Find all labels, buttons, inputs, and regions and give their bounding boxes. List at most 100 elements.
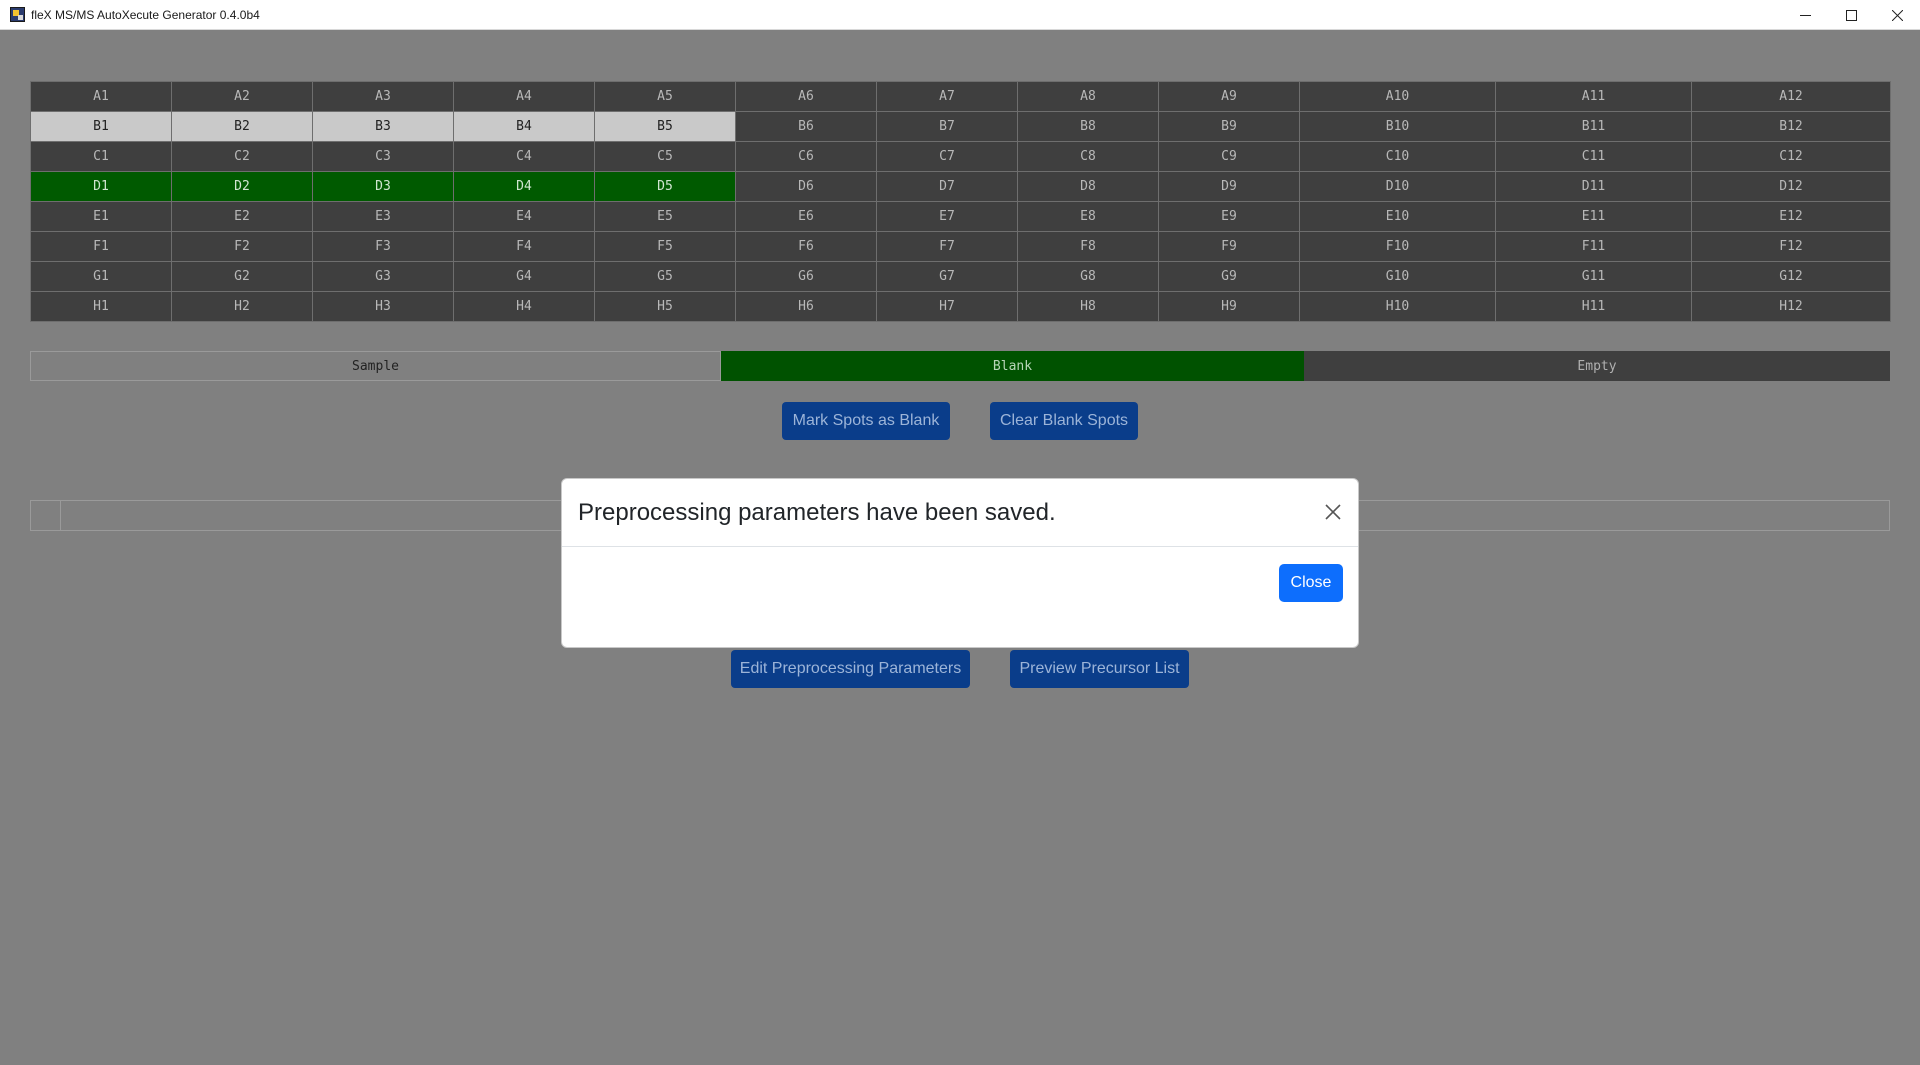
maximize-button[interactable] [1828,0,1874,30]
well-cell[interactable]: B11 [1495,111,1692,142]
well-cell[interactable]: G9 [1158,261,1300,292]
well-cell[interactable]: D1 [30,171,172,202]
well-cell[interactable]: C4 [453,141,595,172]
well-cell[interactable]: C1 [30,141,172,172]
well-cell[interactable]: F7 [876,231,1018,262]
well-cell[interactable]: F11 [1495,231,1692,262]
well-cell[interactable]: H9 [1158,291,1300,322]
well-cell[interactable]: D2 [171,171,313,202]
well-cell[interactable]: F5 [594,231,736,262]
well-cell[interactable]: H10 [1299,291,1496,322]
well-cell[interactable]: D3 [312,171,454,202]
well-cell[interactable]: F10 [1299,231,1496,262]
well-cell[interactable]: F2 [171,231,313,262]
well-cell[interactable]: H2 [171,291,313,322]
well-cell[interactable]: D4 [453,171,595,202]
well-cell[interactable]: H1 [30,291,172,322]
well-cell[interactable]: H6 [735,291,877,322]
well-cell[interactable]: C12 [1691,141,1891,172]
legend-sample[interactable]: Sample [30,351,721,381]
well-cell[interactable]: H3 [312,291,454,322]
well-cell[interactable]: B10 [1299,111,1496,142]
well-cell[interactable]: E5 [594,201,736,232]
well-cell[interactable]: G6 [735,261,877,292]
well-cell[interactable]: A8 [1017,81,1159,112]
well-cell[interactable]: C11 [1495,141,1692,172]
well-cell[interactable]: A3 [312,81,454,112]
well-cell[interactable]: G5 [594,261,736,292]
edit-preprocessing-button[interactable]: Edit Preprocessing Parameters [731,650,970,688]
well-cell[interactable]: A4 [453,81,595,112]
well-cell[interactable]: D9 [1158,171,1300,202]
well-cell[interactable]: A10 [1299,81,1496,112]
well-cell[interactable]: A11 [1495,81,1692,112]
well-cell[interactable]: A12 [1691,81,1891,112]
dialog-close-x-button[interactable] [1320,499,1346,525]
well-cell[interactable]: B8 [1017,111,1159,142]
well-cell[interactable]: G3 [312,261,454,292]
legend-blank[interactable]: Blank [721,351,1304,381]
well-cell[interactable]: A6 [735,81,877,112]
mark-spots-blank-button[interactable]: Mark Spots as Blank [782,402,950,440]
well-cell[interactable]: G2 [171,261,313,292]
well-cell[interactable]: B5 [594,111,736,142]
well-cell[interactable]: C10 [1299,141,1496,172]
well-cell[interactable]: H5 [594,291,736,322]
dialog-close-button[interactable]: Close [1279,564,1343,602]
well-cell[interactable]: D11 [1495,171,1692,202]
well-cell[interactable]: D10 [1299,171,1496,202]
well-cell[interactable]: F9 [1158,231,1300,262]
well-cell[interactable]: E12 [1691,201,1891,232]
preview-precursor-button[interactable]: Preview Precursor List [1010,650,1189,688]
well-cell[interactable]: E11 [1495,201,1692,232]
well-cell[interactable]: C2 [171,141,313,172]
well-cell[interactable]: B7 [876,111,1018,142]
well-cell[interactable]: B6 [735,111,877,142]
well-cell[interactable]: H4 [453,291,595,322]
well-cell[interactable]: C7 [876,141,1018,172]
well-cell[interactable]: D5 [594,171,736,202]
well-cell[interactable]: H11 [1495,291,1692,322]
well-cell[interactable]: C9 [1158,141,1300,172]
well-cell[interactable]: B12 [1691,111,1891,142]
well-cell[interactable]: E2 [171,201,313,232]
well-cell[interactable]: E4 [453,201,595,232]
well-cell[interactable]: C6 [735,141,877,172]
well-cell[interactable]: A2 [171,81,313,112]
well-cell[interactable]: F1 [30,231,172,262]
well-cell[interactable]: F6 [735,231,877,262]
well-cell[interactable]: A1 [30,81,172,112]
well-cell[interactable]: B9 [1158,111,1300,142]
well-cell[interactable]: H7 [876,291,1018,322]
well-cell[interactable]: E1 [30,201,172,232]
well-cell[interactable]: G11 [1495,261,1692,292]
well-cell[interactable]: F8 [1017,231,1159,262]
well-cell[interactable]: D6 [735,171,877,202]
well-cell[interactable]: E8 [1017,201,1159,232]
minimize-button[interactable] [1782,0,1828,30]
well-cell[interactable]: D12 [1691,171,1891,202]
well-cell[interactable]: G4 [453,261,595,292]
well-cell[interactable]: B1 [30,111,172,142]
legend-empty[interactable]: Empty [1304,351,1890,381]
well-cell[interactable]: E10 [1299,201,1496,232]
well-cell[interactable]: E3 [312,201,454,232]
well-cell[interactable]: B2 [171,111,313,142]
close-window-button[interactable] [1874,0,1920,30]
well-cell[interactable]: D8 [1017,171,1159,202]
well-cell[interactable]: H12 [1691,291,1891,322]
well-cell[interactable]: G8 [1017,261,1159,292]
well-cell[interactable]: G1 [30,261,172,292]
clear-blank-spots-button[interactable]: Clear Blank Spots [990,402,1138,440]
well-cell[interactable]: H8 [1017,291,1159,322]
well-cell[interactable]: A9 [1158,81,1300,112]
well-cell[interactable]: F4 [453,231,595,262]
well-cell[interactable]: G10 [1299,261,1496,292]
well-cell[interactable]: E7 [876,201,1018,232]
well-cell[interactable]: F3 [312,231,454,262]
well-cell[interactable]: B3 [312,111,454,142]
well-cell[interactable]: D7 [876,171,1018,202]
well-cell[interactable]: C5 [594,141,736,172]
well-cell[interactable]: G12 [1691,261,1891,292]
well-cell[interactable]: A7 [876,81,1018,112]
